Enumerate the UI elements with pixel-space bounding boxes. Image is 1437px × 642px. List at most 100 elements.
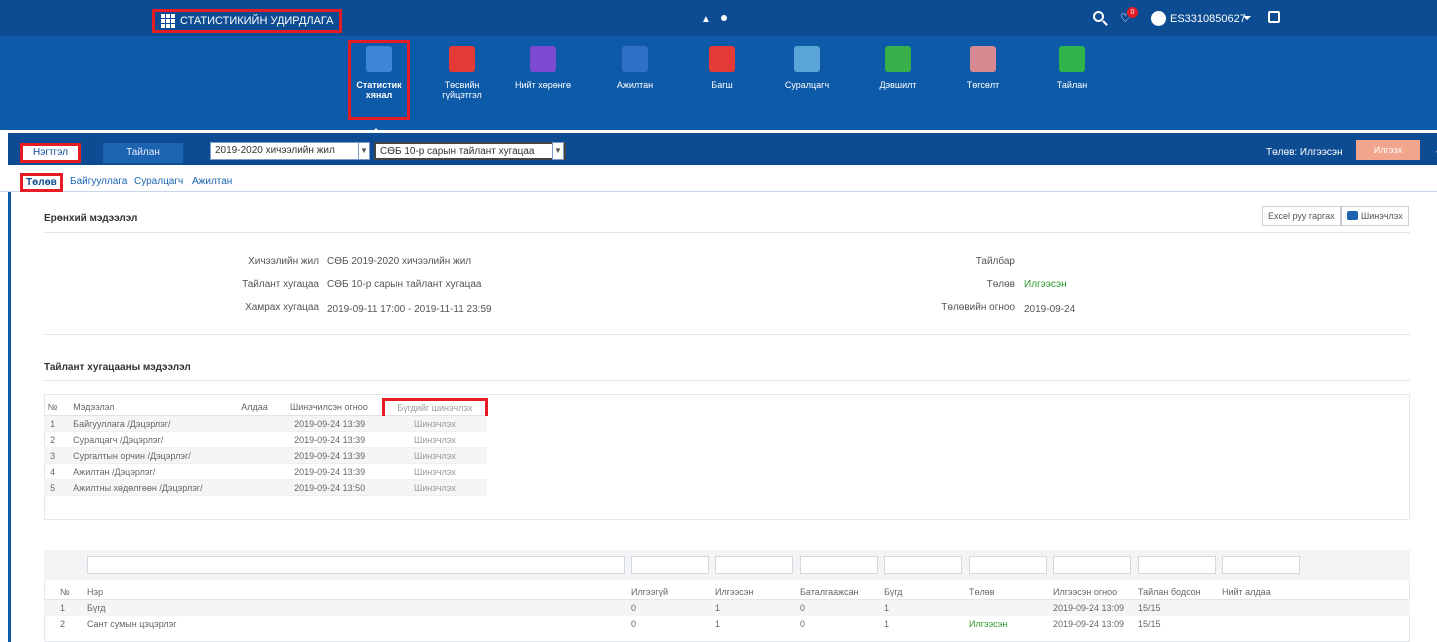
year-select[interactable]: 2019-2020 хичээлийн жил (210, 142, 368, 160)
coverage-period-label: Хамрах хугацаа (245, 302, 319, 313)
app-tile-5[interactable]: Багш (692, 46, 752, 90)
row-info: Ажилтны хөдөлгөөн /Дэцэрлэг/ (61, 479, 234, 496)
academic-year-value: СӨБ 2019-2020 хичээлийн жил (327, 256, 472, 267)
refresh-row-button[interactable]: Шинэчлэх (383, 463, 487, 480)
submit-button[interactable]: Илгээх (1356, 140, 1420, 160)
status-field-value: Илгээсэн (1024, 279, 1067, 290)
row-error (233, 431, 276, 448)
app-tile-2[interactable]: Төсвийн гүйцэтгэл (432, 46, 492, 100)
cell-status: Илгээсэн (969, 619, 1008, 629)
col-report-computed: Тайлан бодсон (1138, 587, 1201, 597)
app-tile-label: Нийт хөрөнгө (515, 80, 571, 90)
user-name[interactable]: ES3310850627 (1170, 13, 1246, 25)
module-icon (622, 46, 648, 72)
col-sent: Илгээсэн (715, 587, 754, 597)
divider (44, 334, 1410, 335)
filter-input-4[interactable] (800, 556, 878, 574)
filter-input-7[interactable] (1053, 556, 1131, 574)
refresh-all-button[interactable]: Бүгдийг шинэчлэх (381, 398, 489, 416)
table-row: 3 Сургалтын орчин /Дэцэрлэг/2019-09-24 13… (44, 447, 487, 464)
subtab-students[interactable]: Суралцагч (134, 176, 183, 187)
table-row: 2 Суралцагч /Дэцэрлэг/2019-09-24 13:39 Шин… (44, 431, 487, 448)
cell-total: 1 (884, 619, 890, 629)
cell-confirmed: 0 (800, 619, 806, 629)
filter-input-5[interactable] (884, 556, 962, 574)
period-info-table: № Мэдээлэл Алдаа Шинэчилсэн огноо Бүгдий… (44, 398, 489, 496)
cell-sent: 1 (715, 603, 721, 613)
page-dot-indicator[interactable] (721, 15, 727, 21)
refresh-row-button[interactable]: Шинэчлэх (383, 431, 487, 448)
period-select[interactable]: СӨБ 10-р сарын тайлант хугацаа (374, 142, 566, 160)
app-tile-7[interactable]: Дэвшилт (868, 46, 928, 90)
divider (44, 232, 1410, 233)
filter-input-3[interactable] (715, 556, 793, 574)
status-label: Төлөв: Илгээсэн (1266, 147, 1343, 158)
cell-number: 1 (60, 603, 66, 613)
col-number: № (44, 399, 62, 416)
app-tile-label: Статистик хянал (356, 80, 402, 100)
home-icon[interactable]: ▲ (701, 14, 711, 25)
table-row[interactable] (44, 616, 1410, 632)
filter-input-1[interactable] (87, 556, 625, 574)
app-launcher[interactable]: СТАТИСТИКИЙН УДИРДЛАГА (152, 9, 343, 33)
table-header-row: № Мэдээлэл Алдаа Шинэчилсэн огноо Бүгдий… (44, 398, 489, 416)
row-info: Ажилтан /Дэцэрлэг/ (61, 463, 234, 480)
cell-not-sent: 0 (631, 619, 637, 629)
row-info: Сургалтын орчин /Дэцэрлэг/ (61, 447, 234, 464)
cell-total: 1 (884, 603, 890, 613)
app-tile-label: Багш (711, 80, 733, 90)
subtab-status[interactable]: Төлөв (20, 173, 63, 192)
refresh-button-label: Шинэчлэх (1361, 211, 1403, 221)
filter-input-2[interactable] (631, 556, 709, 574)
row-updated-date: 2019-09-24 13:39 (275, 447, 384, 464)
row-number: 5 (44, 479, 62, 496)
search-icon[interactable] (1093, 11, 1104, 22)
chevron-down-icon[interactable] (1243, 16, 1251, 24)
layers-icon[interactable] (1268, 11, 1280, 23)
app-tile-9[interactable]: Тайлан (1042, 46, 1102, 90)
row-info: Байгууллага /Дэцэрлэг/ (61, 415, 234, 432)
status-date-label: Төлөвийн огноо (941, 302, 1015, 313)
cell-name: Сант сумын цэцэрлэг (87, 619, 177, 629)
export-excel-button[interactable]: Excel руу гаргах (1262, 206, 1341, 226)
table-row[interactable] (44, 600, 1410, 616)
refresh-row-button[interactable]: Шинэчлэх (383, 479, 487, 496)
year-select-caret-icon[interactable]: ▼ (358, 142, 370, 160)
app-tile-1[interactable]: Статистик хянал (348, 40, 410, 120)
period-info-title: Тайлант хугацааны мэдээлэл (44, 362, 191, 373)
row-updated-date: 2019-09-24 13:39 (275, 463, 384, 480)
row-error (233, 479, 276, 496)
app-tile-4[interactable]: Ажилтан (605, 46, 665, 90)
row-error (233, 447, 276, 464)
refresh-row-button[interactable]: Шинэчлэх (383, 447, 487, 464)
filter-input-6[interactable] (969, 556, 1047, 574)
avatar[interactable] (1151, 11, 1166, 26)
app-tile-3[interactable]: Нийт хөрөнгө (513, 46, 573, 90)
subtab-staff[interactable]: Ажилтан (192, 176, 232, 187)
table-row: 5 Ажилтны хөдөлгөөн /Дэцэрлэг/2019-09-24 … (44, 479, 487, 496)
academic-year-label: Хичээлийн жил (248, 256, 319, 267)
module-icon (709, 46, 735, 72)
table-row: 1 Байгууллага /Дэцэрлэг/2019-09-24 13:39 Ш… (44, 415, 487, 432)
status-field-label: Төлөв (986, 279, 1015, 290)
filter-input-9[interactable] (1222, 556, 1300, 574)
coverage-period-value: 2019-09-11 17:00 - 2019-11-11 23:59 (327, 304, 492, 315)
row-updated-date: 2019-09-24 13:50 (275, 479, 384, 496)
row-updated-date: 2019-09-24 13:39 (275, 431, 384, 448)
subtab-organization[interactable]: Байгууллага (70, 176, 127, 187)
tab-report[interactable]: Тайлан (103, 143, 183, 163)
app-tile-6[interactable]: Суралцагч (777, 46, 837, 90)
filter-input-8[interactable] (1138, 556, 1216, 574)
module-icon (885, 46, 911, 72)
period-select-caret-icon[interactable]: ▼ (552, 142, 564, 160)
cell-sent-date: 2019-09-24 13:09 (1053, 619, 1125, 629)
refresh-button[interactable]: Шинэчлэх (1341, 206, 1409, 226)
refresh-row-button[interactable]: Шинэчлэх (383, 415, 487, 432)
col-error: Алдаа (233, 399, 276, 416)
app-tile-8[interactable]: Төгсөлт (953, 46, 1013, 90)
app-tile-label: Төгсөлт (966, 80, 1000, 90)
app-tile-label: Дэвшилт (879, 80, 917, 90)
general-info-title: Ерөнхий мэдээлэл (44, 213, 138, 224)
tab-summary[interactable]: Нэгтгэл (20, 143, 81, 163)
row-number: 4 (44, 463, 62, 480)
